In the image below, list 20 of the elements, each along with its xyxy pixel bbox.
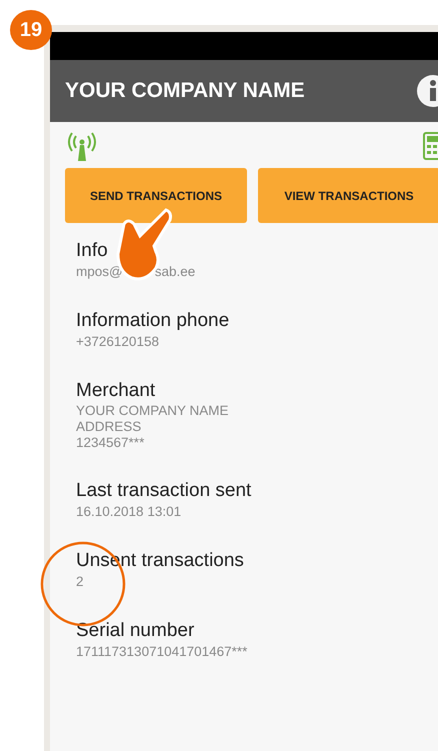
info-icon[interactable] (416, 74, 438, 108)
antenna-icon (65, 132, 99, 162)
field-label: Serial number (76, 619, 194, 643)
field-value: ADDRESS (76, 419, 142, 435)
field-label: Last transaction sent (76, 479, 252, 503)
field-label: Information phone (76, 309, 230, 333)
send-button[interactable]: SEND TRANSACTIONS (65, 168, 247, 223)
field-value: 1234567*** (76, 435, 144, 451)
field-value: 2 (76, 573, 84, 591)
field-value: mpos@ (76, 263, 123, 281)
field-value: +3726120158 (76, 333, 159, 351)
view-button[interactable]: VIEW TRANSACTIONS (258, 168, 438, 223)
field-value: 16.10.2018 13:01 (76, 503, 182, 521)
field-label: Info (76, 239, 108, 263)
field-value: 171117313071041701467*** (76, 643, 248, 661)
step-badge: 19 (10, 10, 52, 50)
app-title: YOUR COMPANY NAME (65, 79, 305, 103)
field-value: sab.ee (154, 263, 196, 281)
field-value: YOUR COMPANY NAME (76, 403, 229, 419)
field-label: Merchant (76, 379, 156, 403)
